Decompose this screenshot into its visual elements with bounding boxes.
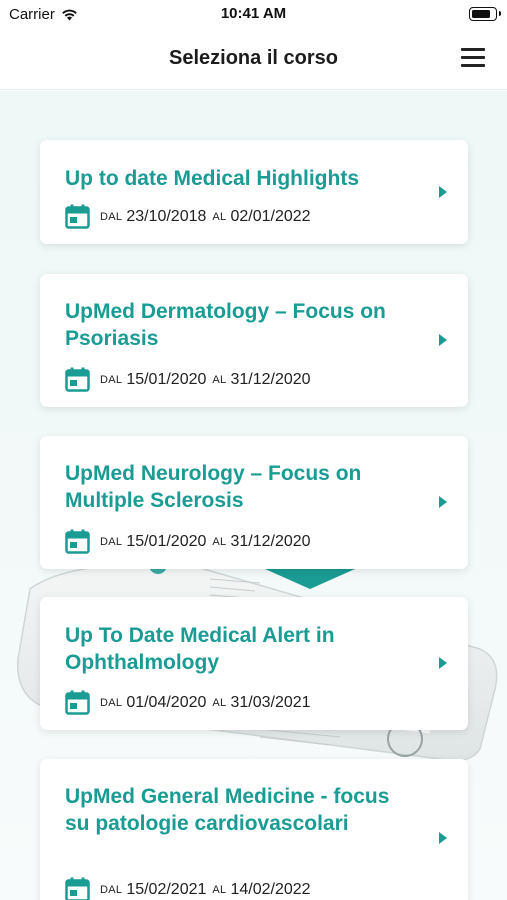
- to-label: AL: [212, 696, 227, 709]
- end-date: 02/01/2022: [230, 207, 311, 225]
- from-label: DAL: [100, 210, 123, 223]
- course-dates: DAL 23/10/2018 AL 02/01/2022: [65, 204, 317, 229]
- chevron-right-icon: [439, 496, 447, 508]
- to-label: AL: [212, 535, 227, 548]
- start-date: 15/01/2020: [126, 370, 207, 388]
- to-label: AL: [212, 210, 227, 223]
- course-title: UpMed General Medicine - focus su patolo…: [65, 785, 390, 835]
- course-title: UpMed Dermatology – Focus on Psoriasis: [65, 300, 386, 350]
- course-card[interactable]: Up to date Medical Highlights DAL 23/10/…: [40, 140, 468, 244]
- course-title: Up To Date Medical Alert in Ophthalmolog…: [65, 624, 335, 674]
- from-label: DAL: [100, 883, 123, 896]
- to-label: AL: [212, 883, 227, 896]
- clock: 10:41 AM: [220, 5, 287, 22]
- start-date: 15/01/2020: [126, 532, 207, 550]
- status-bar: Carrier 10:41 AM: [0, 0, 507, 30]
- battery-icon: [469, 7, 501, 21]
- course-title: Up to date Medical Highlights: [65, 167, 360, 190]
- from-label: DAL: [100, 373, 123, 386]
- end-date: 31/12/2020: [230, 370, 311, 388]
- to-label: AL: [212, 373, 227, 386]
- course-card[interactable]: UpMed Dermatology – Focus on Psoriasis D…: [40, 274, 468, 407]
- from-label: DAL: [100, 535, 123, 548]
- page-title: Seleziona il corso: [169, 47, 338, 69]
- end-date: 31/03/2021: [230, 693, 311, 711]
- course-dates: DAL 15/02/2021 AL 14/02/2022: [65, 877, 317, 900]
- from-label: DAL: [100, 696, 123, 709]
- course-title: UpMed Neurology – Focus on Multiple Scle…: [65, 462, 362, 512]
- course-dates: DAL 15/01/2020 AL 31/12/2020: [65, 367, 317, 392]
- course-dates: DAL 15/01/2020 AL 31/12/2020: [65, 529, 317, 554]
- course-dates: DAL 01/04/2020 AL 31/03/2021: [65, 690, 317, 715]
- course-card[interactable]: UpMed General Medicine - focus su patolo…: [40, 759, 468, 900]
- navigation-bar: Seleziona il corso: [0, 30, 507, 90]
- calendar-icon: [65, 690, 90, 715]
- calendar-icon: [65, 204, 90, 229]
- calendar-icon: [65, 367, 90, 392]
- course-card[interactable]: UpMed Neurology – Focus on Multiple Scle…: [40, 436, 468, 569]
- course-card[interactable]: Up To Date Medical Alert in Ophthalmolog…: [40, 597, 468, 730]
- calendar-icon: [65, 877, 90, 900]
- end-date: 14/02/2022: [230, 880, 311, 898]
- chevron-right-icon: [439, 832, 447, 844]
- course-list-area[interactable]: Up to date Medical Highlights DAL 23/10/…: [0, 91, 507, 900]
- start-date: 01/04/2020: [126, 693, 207, 711]
- chevron-right-icon: [439, 334, 447, 346]
- hamburger-menu-icon[interactable]: [461, 48, 485, 68]
- chevron-right-icon: [439, 657, 447, 669]
- chevron-right-icon: [439, 186, 447, 198]
- start-date: 15/02/2021: [126, 880, 207, 898]
- start-date: 23/10/2018: [126, 207, 207, 225]
- calendar-icon: [65, 529, 90, 554]
- end-date: 31/12/2020: [230, 532, 311, 550]
